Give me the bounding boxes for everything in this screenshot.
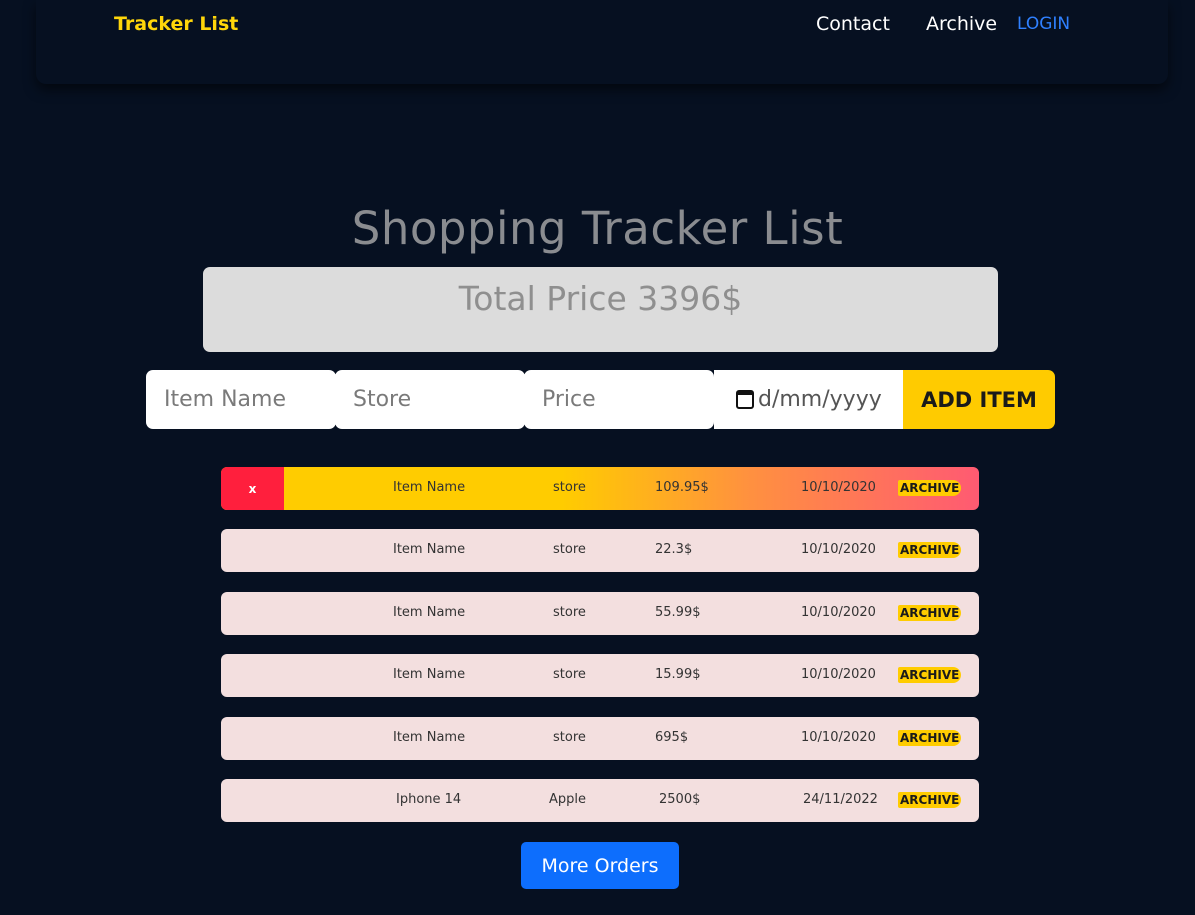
item-price: 2500$ (659, 792, 701, 807)
item-price: 695$ (655, 730, 689, 745)
item-date: 10/10/2020 (801, 542, 876, 557)
login-link[interactable]: LOGIN (1017, 14, 1070, 34)
price-input[interactable] (524, 370, 714, 429)
nav-link-contact[interactable]: Contact (816, 13, 890, 35)
brand-logo[interactable]: Tracker List (114, 13, 238, 35)
item-price: 15.99$ (655, 667, 701, 682)
archive-button[interactable]: ARCHIVE (898, 667, 962, 683)
item-store: store (553, 667, 586, 682)
item-store: store (553, 542, 586, 557)
table-row[interactable]: x Item Name store 109.95$ 10/10/2020 ARC… (221, 467, 979, 510)
item-store: store (553, 605, 586, 620)
item-name: Item Name (393, 542, 466, 557)
table-row[interactable]: Iphone 14 Apple 2500$ 24/11/2022 ARCHIVE (221, 779, 979, 822)
item-date: 24/11/2022 (803, 792, 878, 807)
item-date: 10/10/2020 (801, 480, 876, 495)
archive-button[interactable]: ARCHIVE (898, 542, 962, 558)
item-name: Item Name (393, 480, 466, 495)
date-input[interactable]: d/mm/yyyy (714, 370, 906, 429)
item-name: Iphone 14 (396, 792, 462, 807)
archive-button[interactable]: ARCHIVE (898, 605, 962, 621)
top-navbar: Tracker List Contact Archive LOGIN (36, 0, 1168, 84)
item-name-input[interactable] (146, 370, 336, 429)
archive-button[interactable]: ARCHIVE (898, 480, 962, 496)
item-price: 22.3$ (655, 542, 693, 557)
archive-button[interactable]: ARCHIVE (898, 792, 962, 808)
item-date: 10/10/2020 (801, 667, 876, 682)
nav-link-archive[interactable]: Archive (926, 13, 997, 35)
item-name: Item Name (393, 667, 466, 682)
item-price: 55.99$ (655, 605, 701, 620)
total-price-display: Total Price 3396$ (203, 267, 998, 352)
table-row[interactable]: Item Name store 695$ 10/10/2020 ARCHIVE (221, 717, 979, 760)
calendar-icon[interactable] (736, 390, 754, 409)
item-price: 109.95$ (655, 480, 709, 495)
item-date: 10/10/2020 (801, 730, 876, 745)
item-store: store (553, 730, 586, 745)
item-name: Item Name (393, 730, 466, 745)
add-item-button[interactable]: ADD ITEM (903, 370, 1055, 429)
item-store: store (553, 480, 586, 495)
item-name: Item Name (393, 605, 466, 620)
table-row[interactable]: Item Name store 15.99$ 10/10/2020 ARCHIV… (221, 654, 979, 697)
item-store: Apple (549, 792, 587, 807)
item-date: 10/10/2020 (801, 605, 876, 620)
table-row[interactable]: Item Name store 55.99$ 10/10/2020 ARCHIV… (221, 592, 979, 635)
table-row[interactable]: Item Name store 22.3$ 10/10/2020 ARCHIVE (221, 529, 979, 572)
store-input[interactable] (335, 370, 525, 429)
date-placeholder: d/mm/yyyy (758, 387, 882, 412)
page-title: Shopping Tracker List (351, 202, 844, 255)
archive-button[interactable]: ARCHIVE (898, 730, 962, 746)
more-orders-button[interactable]: More Orders (521, 842, 679, 889)
delete-item-button[interactable]: x (221, 467, 284, 510)
